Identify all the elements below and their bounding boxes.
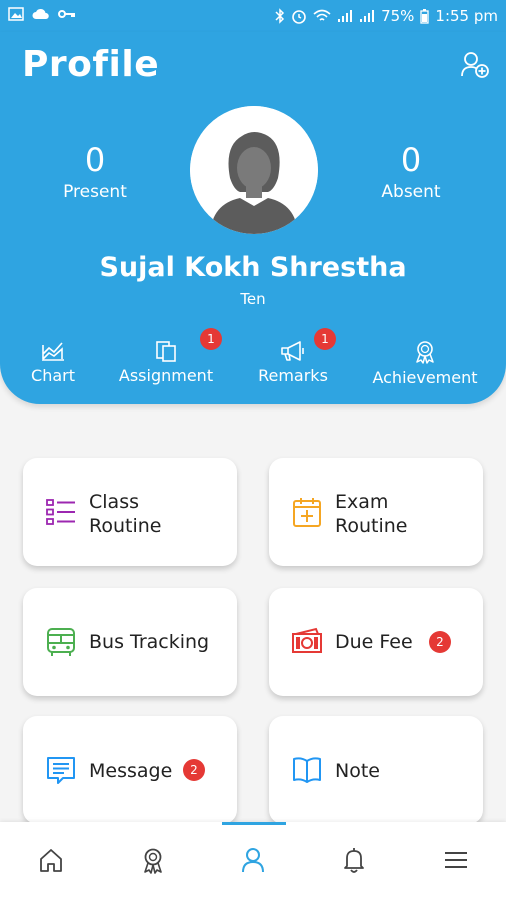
- key-icon: [58, 8, 76, 20]
- absent-stat: 0 Absent: [351, 140, 471, 202]
- add-user-button[interactable]: [460, 50, 490, 80]
- battery-icon: [420, 8, 430, 24]
- assignment-badge: 1: [200, 328, 222, 350]
- battery-percent: 75%: [381, 7, 415, 25]
- remarks-label: Remarks: [258, 366, 328, 385]
- award-icon: [144, 848, 162, 874]
- person-icon: [242, 848, 264, 873]
- nav-profile[interactable]: [239, 846, 269, 876]
- money-icon: [292, 627, 322, 653]
- megaphone-icon: [281, 341, 304, 361]
- assignment-label: Assignment: [118, 366, 214, 385]
- home-icon: [40, 849, 62, 872]
- remarks-badge: 1: [314, 328, 336, 350]
- signal-icon-2: [359, 9, 375, 23]
- status-bar: 75% 1:55 pm: [0, 0, 506, 32]
- award-icon: [416, 341, 434, 364]
- student-name: Sujal Kokh Shrestha: [99, 252, 407, 283]
- bus-tracking-card[interactable]: Bus Tracking: [23, 588, 237, 696]
- present-label: Present: [63, 182, 127, 202]
- page-title: Profile: [22, 44, 160, 85]
- nav-notifications[interactable]: [340, 846, 370, 876]
- bottom-navigation: [0, 822, 506, 900]
- absent-label: Absent: [381, 182, 441, 202]
- message-icon: [47, 757, 75, 784]
- assignment-icon: [156, 341, 176, 362]
- add-user-icon: [461, 52, 489, 78]
- note-card[interactable]: Note: [269, 716, 483, 824]
- person-silhouette-icon: [190, 106, 318, 234]
- message-card[interactable]: Message 2: [23, 716, 237, 824]
- chart-label: Chart: [31, 366, 75, 385]
- student-class: Ten: [240, 290, 266, 308]
- status-time: 1:55 pm: [435, 7, 498, 25]
- due-fee-badge: 2: [429, 631, 451, 653]
- cloud-icon: [32, 8, 50, 20]
- book-icon: [293, 757, 321, 783]
- bell-icon: [344, 848, 364, 873]
- image-notification-icon: [8, 7, 24, 21]
- avatar[interactable]: [190, 106, 318, 234]
- calendar-add-icon: [293, 498, 321, 527]
- status-left-icons: [8, 7, 76, 21]
- absent-count: 0: [400, 141, 422, 179]
- active-tab-indicator: [222, 822, 286, 825]
- message-label: Message: [89, 760, 173, 782]
- achievement-label: Achievement: [372, 368, 478, 387]
- bluetooth-icon: [275, 8, 285, 24]
- list-icon: [46, 499, 75, 525]
- bus-tracking-label: Bus Tracking: [89, 631, 210, 653]
- nav-home[interactable]: [37, 846, 67, 876]
- bus-icon: [47, 628, 75, 656]
- message-badge: 2: [183, 759, 205, 781]
- note-label: Note: [335, 760, 380, 782]
- quick-action-assignment[interactable]: Assignment: [116, 340, 216, 385]
- alarm-icon: [291, 8, 307, 24]
- profile-header: Profile 0 Present 0 Absent Sujal Kokh Sh…: [0, 32, 506, 404]
- class-routine-label: Class Routine: [89, 491, 162, 537]
- quick-action-achievement[interactable]: Achievement: [370, 340, 480, 387]
- nav-achievement[interactable]: [139, 846, 169, 876]
- signal-icon: [337, 9, 353, 23]
- class-routine-card[interactable]: Class Routine: [23, 458, 237, 566]
- nav-menu[interactable]: [442, 846, 472, 876]
- wifi-icon: [313, 9, 331, 23]
- menu-icon: [445, 852, 467, 868]
- status-right-icons: 75% 1:55 pm: [275, 7, 498, 25]
- present-count: 0: [84, 141, 106, 179]
- exam-routine-card[interactable]: Exam Routine: [269, 458, 483, 566]
- present-stat: 0 Present: [35, 140, 155, 202]
- quick-action-chart[interactable]: Chart: [30, 340, 76, 385]
- exam-routine-label: Exam Routine: [335, 491, 408, 537]
- chart-icon: [42, 342, 64, 361]
- due-fee-label: Due Fee: [335, 631, 413, 653]
- due-fee-card[interactable]: Due Fee 2: [269, 588, 483, 696]
